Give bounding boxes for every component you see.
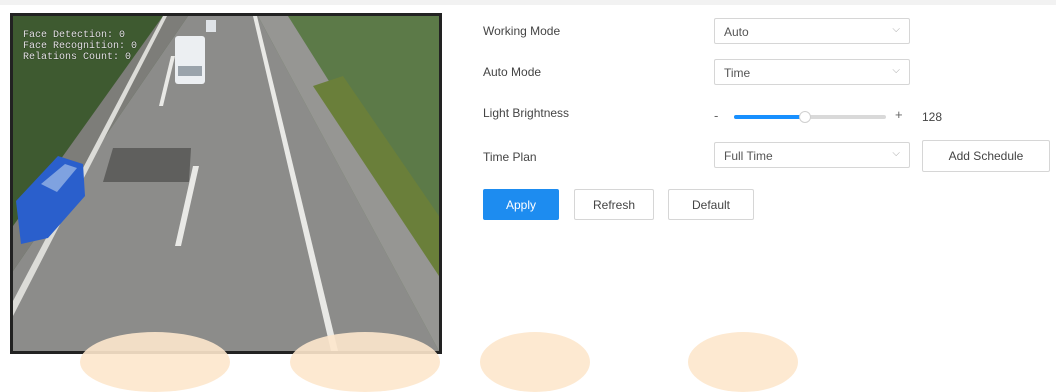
road-scene-image xyxy=(13,16,439,351)
osd-line: Face Detection: 0 xyxy=(23,30,126,41)
osd-line: Face Recognition: 0 xyxy=(23,41,138,52)
watermark-shape xyxy=(688,332,798,392)
time-plan-label: Time Plan xyxy=(483,150,537,164)
chevron-down-icon: ⌵ xyxy=(892,65,900,76)
auto-mode-label: Auto Mode xyxy=(483,65,542,79)
top-divider xyxy=(0,0,1056,5)
auto-mode-select[interactable]: Time ⌵ xyxy=(714,59,910,85)
chevron-down-icon: ⌵ xyxy=(892,148,900,159)
chevron-down-icon: ⌵ xyxy=(892,24,900,35)
watermark-shape xyxy=(480,332,590,392)
slider-increase-button[interactable]: + xyxy=(895,107,903,122)
default-button[interactable]: Default xyxy=(668,189,754,220)
time-plan-select[interactable]: Full Time ⌵ xyxy=(714,142,910,168)
watermark-shape xyxy=(290,332,440,392)
working-mode-label: Working Mode xyxy=(483,24,561,38)
slider-decrease-button[interactable]: - xyxy=(714,108,718,123)
light-brightness-slider[interactable] xyxy=(734,111,886,123)
osd-overlay: Face Detection: 0 Face Recognition: 0 Re… xyxy=(23,30,137,63)
live-video-preview: Face Detection: 0 Face Recognition: 0 Re… xyxy=(10,13,442,354)
working-mode-value: Auto xyxy=(724,25,749,39)
auto-mode-value: Time xyxy=(724,66,751,80)
light-brightness-value: 128 xyxy=(922,110,943,124)
refresh-button[interactable]: Refresh xyxy=(574,189,654,220)
osd-line: Relations Count: 0 xyxy=(23,52,132,63)
watermark-shape xyxy=(80,332,230,392)
light-brightness-label: Light Brightness xyxy=(483,106,570,120)
slider-fill xyxy=(734,115,806,119)
working-mode-select[interactable]: Auto ⌵ xyxy=(714,18,910,44)
add-schedule-button[interactable]: Add Schedule xyxy=(922,140,1050,172)
slider-handle[interactable] xyxy=(799,111,812,123)
time-plan-value: Full Time xyxy=(724,149,773,163)
apply-button[interactable]: Apply xyxy=(483,189,559,220)
